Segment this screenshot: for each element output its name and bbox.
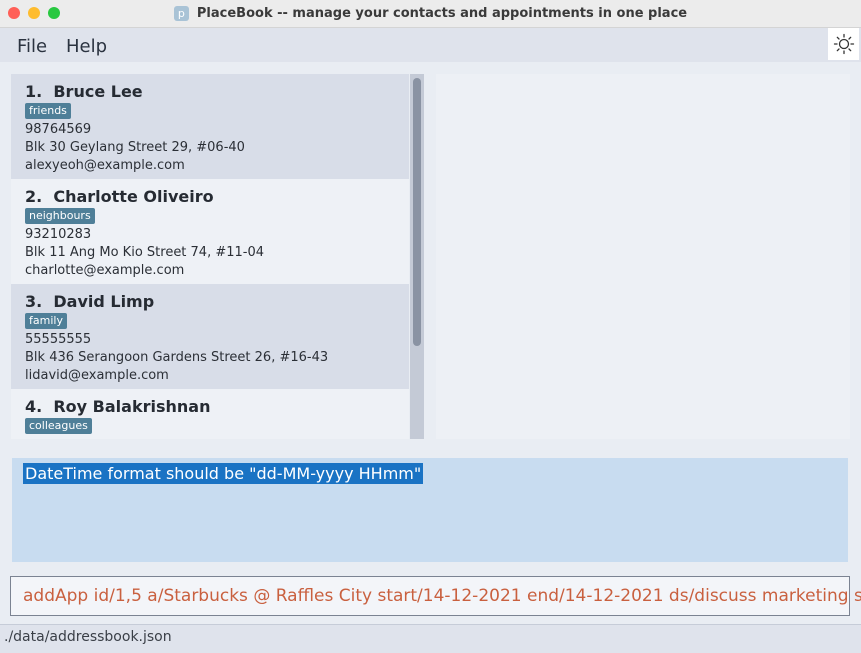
scrollbar-thumb[interactable]	[413, 78, 421, 346]
sun-icon	[833, 33, 854, 55]
person-index: 1.	[25, 82, 43, 101]
person-name: 4. Roy Balakrishnan	[25, 397, 210, 416]
person-name-text: Bruce Lee	[53, 82, 143, 101]
person-phone: 93210283	[25, 227, 92, 242]
person-phone: 55555555	[25, 332, 92, 347]
person-tag: neighbours	[25, 208, 95, 224]
appointment-panel	[436, 74, 850, 439]
person-list-panel[interactable]: 1. Bruce Lee friends 98764569 Blk 30 Gey…	[11, 74, 425, 439]
title-wrap: p PlaceBook -- manage your contacts and …	[0, 0, 861, 27]
title-bar: p PlaceBook -- manage your contacts and …	[0, 0, 861, 28]
result-display[interactable]: DateTime format should be "dd-MM-yyyy HH…	[12, 458, 848, 562]
person-name: 1. Bruce Lee	[25, 82, 143, 101]
person-email: lidavid@example.com	[25, 368, 169, 383]
menu-file[interactable]: File	[17, 36, 47, 57]
person-name-text: Roy Balakrishnan	[53, 397, 211, 416]
person-name-text: Charlotte Oliveiro	[53, 187, 214, 206]
person-address: Blk 30 Geylang Street 29, #06-40	[25, 140, 245, 155]
window-title: PlaceBook -- manage your contacts and ap…	[196, 6, 688, 21]
person-index: 3.	[25, 292, 43, 311]
menu-help[interactable]: Help	[66, 36, 107, 57]
status-bar: ./data/addressbook.json	[0, 624, 861, 653]
person-tag: family	[25, 313, 67, 329]
person-card[interactable]: 2. Charlotte Oliveiro neighbours 9321028…	[11, 179, 409, 284]
person-tag: friends	[25, 103, 71, 119]
command-input[interactable]: addApp id/1,5 a/Starbucks @ Raffles City…	[10, 576, 861, 616]
person-index: 4.	[25, 397, 43, 416]
person-phone: 98764569	[25, 122, 92, 137]
person-card[interactable]: 4. Roy Balakrishnan colleagues	[11, 389, 409, 439]
theme-toggle-button[interactable]	[828, 28, 859, 60]
person-card[interactable]: 3. David Limp family 55555555 Blk 436 Se…	[11, 284, 409, 389]
command-input-text: addApp id/1,5 a/Starbucks @ Raffles City…	[23, 586, 861, 606]
person-address: Blk 11 Ang Mo Kio Street 74, #11-04	[25, 245, 265, 260]
menu-bar: File Help	[0, 28, 861, 62]
person-email: charlotte@example.com	[25, 263, 185, 278]
app-icon: p	[173, 6, 189, 21]
person-index: 2.	[25, 187, 43, 206]
person-name: 3. David Limp	[25, 292, 154, 311]
person-list-scrollbar[interactable]	[410, 74, 424, 439]
person-name-text: David Limp	[53, 292, 155, 311]
result-message: DateTime format should be "dd-MM-yyyy HH…	[23, 463, 424, 484]
save-location: ./data/addressbook.json	[4, 629, 172, 645]
person-tag: colleagues	[25, 418, 92, 434]
person-email: alexyeoh@example.com	[25, 158, 185, 173]
person-card[interactable]: 1. Bruce Lee friends 98764569 Blk 30 Gey…	[11, 74, 409, 179]
person-name: 2. Charlotte Oliveiro	[25, 187, 214, 206]
person-address: Blk 436 Serangoon Gardens Street 26, #16…	[25, 350, 329, 365]
